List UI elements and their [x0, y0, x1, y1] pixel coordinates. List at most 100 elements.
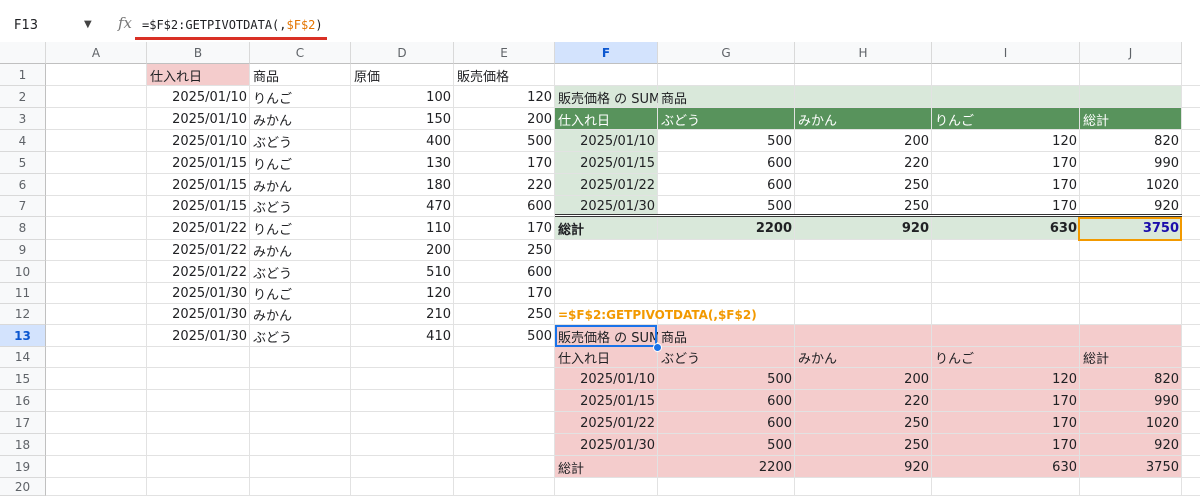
- fill-handle[interactable]: [653, 343, 662, 352]
- source-cost-cell[interactable]: 510: [351, 261, 454, 283]
- copy-total-value[interactable]: 630: [932, 456, 1080, 478]
- copy-col-header-cell[interactable]: りんご: [932, 347, 1080, 368]
- copy-value-cell[interactable]: 990: [1080, 390, 1182, 412]
- row-header-17[interactable]: 17: [0, 412, 46, 434]
- row-header-2[interactable]: 2: [0, 86, 46, 108]
- source-price-cell[interactable]: 170: [454, 283, 555, 304]
- source-price-cell[interactable]: 200: [454, 108, 555, 130]
- pivot-value-cell[interactable]: 250: [795, 196, 932, 217]
- copy-value-cell[interactable]: 170: [932, 390, 1080, 412]
- source-cost-cell[interactable]: 180: [351, 174, 454, 196]
- pivot-value-cell[interactable]: 990: [1080, 152, 1182, 174]
- row-header-18[interactable]: 18: [0, 434, 46, 456]
- column-header-a[interactable]: A: [46, 42, 147, 64]
- copy-date-cell[interactable]: 2025/01/30: [555, 434, 658, 456]
- pivot-col-field-cell[interactable]: 商品: [658, 86, 795, 108]
- source-product-cell[interactable]: ぶどう: [250, 325, 351, 347]
- pivot-row-field-cell[interactable]: 仕入れ日: [555, 108, 658, 130]
- pivot-value-cell[interactable]: 170: [932, 196, 1080, 217]
- pivot-value-cell[interactable]: 170: [932, 152, 1080, 174]
- copy-value-cell[interactable]: 920: [1080, 434, 1182, 456]
- source-date-cell[interactable]: 2025/01/22: [147, 217, 250, 240]
- pivot-value-cell[interactable]: 250: [795, 174, 932, 196]
- copy-value-cell[interactable]: 500: [658, 368, 795, 390]
- source-product-cell[interactable]: ぶどう: [250, 130, 351, 152]
- pivot-value-cell[interactable]: 220: [795, 152, 932, 174]
- copy-total-value[interactable]: 3750: [1080, 456, 1182, 478]
- copy-value-cell[interactable]: 220: [795, 390, 932, 412]
- row-header-8[interactable]: 8: [0, 217, 46, 240]
- pivot-value-cell[interactable]: 600: [658, 152, 795, 174]
- pivot-value-cell[interactable]: 1020: [1080, 174, 1182, 196]
- row-header-20[interactable]: 20: [0, 478, 46, 496]
- source-header-cell[interactable]: 販売価格: [454, 64, 555, 86]
- source-date-cell[interactable]: 2025/01/10: [147, 86, 250, 108]
- row-header-13[interactable]: 13: [0, 325, 46, 347]
- source-date-cell[interactable]: 2025/01/10: [147, 130, 250, 152]
- source-price-cell[interactable]: 500: [454, 325, 555, 347]
- formula-input[interactable]: =$F$2:GETPIVOTDATA(,$F$2): [142, 18, 323, 32]
- source-cost-cell[interactable]: 470: [351, 196, 454, 217]
- source-product-cell[interactable]: ぶどう: [250, 196, 351, 217]
- copy-col-header-cell[interactable]: ぶどう: [658, 347, 795, 368]
- source-cost-cell[interactable]: 110: [351, 217, 454, 240]
- copy-value-cell[interactable]: 500: [658, 434, 795, 456]
- source-cost-cell[interactable]: 130: [351, 152, 454, 174]
- row-header-9[interactable]: 9: [0, 240, 46, 261]
- pivot-date-cell[interactable]: 2025/01/15: [555, 152, 658, 174]
- copy-date-cell[interactable]: 2025/01/15: [555, 390, 658, 412]
- pivot-total-label[interactable]: 総計: [555, 217, 658, 240]
- pivot-total-value[interactable]: 920: [795, 217, 932, 240]
- source-product-cell[interactable]: みかん: [250, 174, 351, 196]
- source-price-cell[interactable]: 500: [454, 130, 555, 152]
- column-header-j[interactable]: J: [1080, 42, 1182, 64]
- pivot-value-cell[interactable]: 170: [932, 174, 1080, 196]
- pivot-value-cell[interactable]: 120: [932, 130, 1080, 152]
- copy-row-field-cell[interactable]: 仕入れ日: [555, 347, 658, 368]
- copy-col-header-cell[interactable]: みかん: [795, 347, 932, 368]
- copy-value-cell[interactable]: 170: [932, 412, 1080, 434]
- copy-value-cell[interactable]: 1020: [1080, 412, 1182, 434]
- source-cost-cell[interactable]: 100: [351, 86, 454, 108]
- source-header-cell[interactable]: 原価: [351, 64, 454, 86]
- copy-value-cell[interactable]: 600: [658, 390, 795, 412]
- column-header-i[interactable]: I: [932, 42, 1080, 64]
- copy-date-cell[interactable]: 2025/01/10: [555, 368, 658, 390]
- source-header-cell[interactable]: 商品: [250, 64, 351, 86]
- copy-total-value[interactable]: 920: [795, 456, 932, 478]
- row-header-12[interactable]: 12: [0, 304, 46, 325]
- copy-value-cell[interactable]: 250: [795, 434, 932, 456]
- copy-col-field-cell[interactable]: 商品: [658, 325, 795, 347]
- source-date-cell[interactable]: 2025/01/15: [147, 174, 250, 196]
- copy-value-cell[interactable]: 170: [932, 434, 1080, 456]
- pivot-col-header-cell[interactable]: ぶどう: [658, 108, 795, 130]
- pivot-date-cell[interactable]: 2025/01/10: [555, 130, 658, 152]
- column-header-b[interactable]: B: [147, 42, 250, 64]
- name-box-dropdown-icon[interactable]: ▼: [84, 19, 92, 30]
- row-header-3[interactable]: 3: [0, 108, 46, 130]
- row-header-15[interactable]: 15: [0, 368, 46, 390]
- source-product-cell[interactable]: りんご: [250, 152, 351, 174]
- source-price-cell[interactable]: 600: [454, 261, 555, 283]
- source-date-cell[interactable]: 2025/01/30: [147, 304, 250, 325]
- row-header-5[interactable]: 5: [0, 152, 46, 174]
- source-price-cell[interactable]: 600: [454, 196, 555, 217]
- copy-total-label[interactable]: 総計: [555, 456, 658, 478]
- pivot-value-cell[interactable]: 200: [795, 130, 932, 152]
- source-cost-cell[interactable]: 210: [351, 304, 454, 325]
- source-cost-cell[interactable]: 150: [351, 108, 454, 130]
- column-header-f[interactable]: F: [555, 42, 658, 64]
- pivot-value-cell[interactable]: 820: [1080, 130, 1182, 152]
- source-cost-cell[interactable]: 200: [351, 240, 454, 261]
- source-price-cell[interactable]: 120: [454, 86, 555, 108]
- source-price-cell[interactable]: 170: [454, 217, 555, 240]
- column-header-h[interactable]: H: [795, 42, 932, 64]
- source-date-cell[interactable]: 2025/01/30: [147, 325, 250, 347]
- copy-value-cell[interactable]: 120: [932, 368, 1080, 390]
- source-date-cell[interactable]: 2025/01/15: [147, 152, 250, 174]
- copy-value-cell[interactable]: 200: [795, 368, 932, 390]
- source-product-cell[interactable]: みかん: [250, 240, 351, 261]
- row-header-16[interactable]: 16: [0, 390, 46, 412]
- source-cost-cell[interactable]: 410: [351, 325, 454, 347]
- column-header-c[interactable]: C: [250, 42, 351, 64]
